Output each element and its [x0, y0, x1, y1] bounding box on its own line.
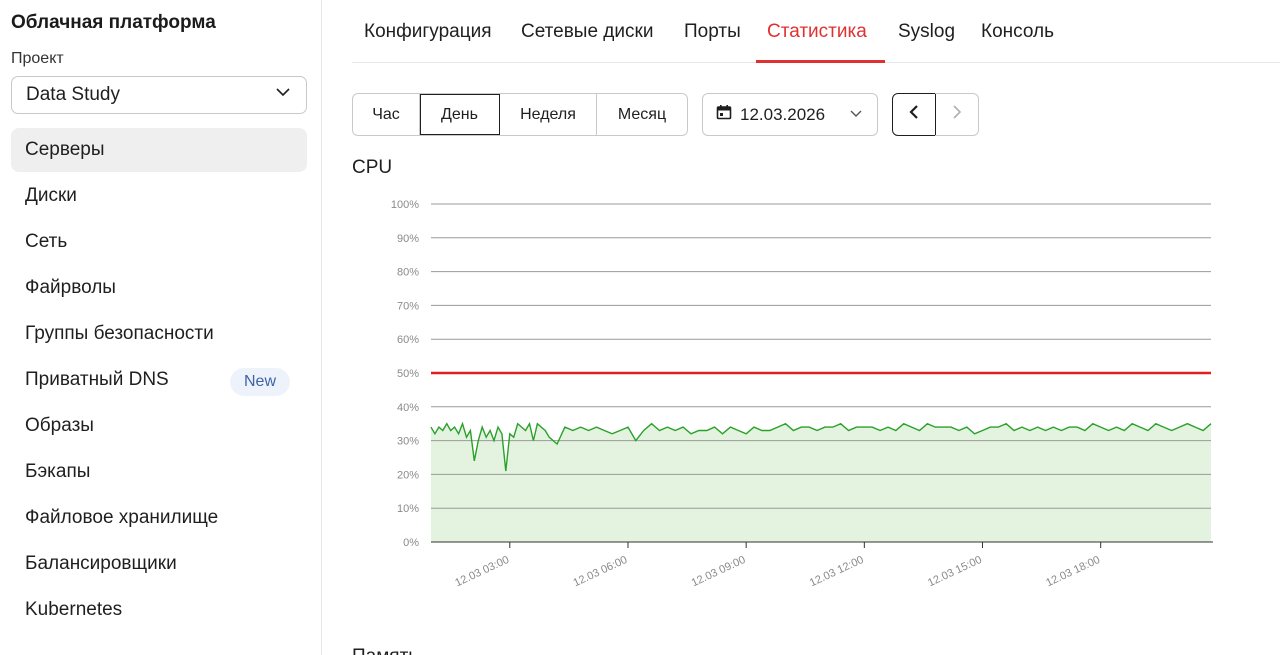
- sidebar-item-label: Сеть: [25, 231, 68, 252]
- chevron-down-icon: [849, 105, 863, 125]
- brand-title: Облачная платформа: [11, 12, 216, 33]
- sidebar-item-label: Файрволы: [25, 277, 116, 298]
- sidebar-item-label: Приватный DNS: [25, 369, 169, 390]
- tab-bar: Конфигурация Сетевые диски Порты Статист…: [352, 0, 1280, 63]
- y-tick-label: 10%: [397, 503, 419, 515]
- tab-statistics[interactable]: Статистика: [767, 21, 867, 43]
- date-picker[interactable]: 12.03.2026: [702, 93, 878, 136]
- range-month-button[interactable]: Месяц: [597, 94, 687, 135]
- y-tick-label: 70%: [397, 300, 419, 312]
- next-period-button[interactable]: [935, 93, 979, 136]
- chevron-left-icon: [907, 104, 921, 125]
- sidebar-item-label: Файловое хранилище: [25, 507, 219, 528]
- project-label: Проект: [11, 50, 64, 67]
- sidebar-item-label: Диски: [25, 185, 77, 206]
- calendar-icon: [716, 104, 732, 125]
- x-tick-label: 12.03 09:00: [690, 554, 748, 589]
- x-tick-label: 12.03 06:00: [571, 554, 629, 589]
- y-tick-label: 40%: [397, 402, 419, 414]
- chevron-right-icon: [950, 104, 964, 125]
- sidebar-item-security-groups[interactable]: Группы безопасности: [11, 312, 307, 356]
- sidebar-item-label: Группы безопасности: [25, 323, 214, 344]
- sidebar-item-load-balancers[interactable]: Балансировщики: [11, 542, 307, 586]
- x-tick-label: 12.03 03:00: [453, 554, 511, 589]
- x-tick-label: 12.03 12:00: [808, 554, 866, 589]
- x-tick-label: 12.03 15:00: [926, 554, 984, 589]
- tab-configuration[interactable]: Конфигурация: [364, 21, 492, 43]
- tab-syslog[interactable]: Syslog: [898, 21, 955, 43]
- previous-period-button[interactable]: [892, 93, 936, 136]
- chart-title: CPU: [352, 157, 393, 178]
- sidebar-item-label: Kubernetes: [25, 599, 123, 620]
- y-tick-label: 30%: [397, 436, 419, 448]
- project-select-value: Data Study: [26, 84, 120, 105]
- y-tick-label: 50%: [397, 368, 419, 380]
- chevron-down-icon: [274, 83, 292, 107]
- sidebar-item-servers[interactable]: Серверы: [11, 128, 307, 172]
- sidebar-item-file-storage[interactable]: Файловое хранилище: [11, 496, 307, 540]
- sidebar-item-kubernetes[interactable]: Kubernetes: [11, 588, 307, 632]
- sidebar-nav: Серверы Диски Сеть Файрволы Группы безоп…: [11, 128, 307, 634]
- sidebar-item-label: Образы: [25, 415, 94, 436]
- new-badge: New: [230, 368, 291, 396]
- memory-section-title: Память: [352, 646, 418, 655]
- y-tick-label: 80%: [397, 267, 419, 279]
- sidebar-item-label: Балансировщики: [25, 553, 177, 574]
- y-tick-label: 20%: [397, 469, 419, 481]
- sidebar-item-images[interactable]: Образы: [11, 404, 307, 448]
- sidebar-item-disks[interactable]: Диски: [11, 174, 307, 218]
- range-hour-button[interactable]: Час: [353, 94, 420, 135]
- sidebar-item-private-dns[interactable]: Приватный DNS New: [11, 358, 307, 402]
- sidebar: Облачная платформа Проект Data Study Сер…: [0, 0, 322, 655]
- sidebar-item-firewalls[interactable]: Файрволы: [11, 266, 307, 310]
- tab-ports[interactable]: Порты: [684, 21, 741, 43]
- y-tick-label: 60%: [397, 334, 419, 346]
- active-tab-indicator: [756, 60, 885, 63]
- sidebar-item-label: Серверы: [25, 139, 105, 160]
- range-week-button[interactable]: Неделя: [500, 94, 597, 135]
- sidebar-item-network[interactable]: Сеть: [11, 220, 307, 264]
- y-tick-label: 90%: [397, 233, 419, 245]
- tab-console[interactable]: Консоль: [981, 21, 1054, 43]
- date-value: 12.03.2026: [740, 104, 826, 124]
- range-selector: Час День Неделя Месяц: [352, 93, 688, 136]
- sidebar-item-backups[interactable]: Бэкапы: [11, 450, 307, 494]
- range-day-button[interactable]: День: [420, 94, 500, 135]
- sidebar-item-label: Бэкапы: [25, 461, 91, 482]
- series-area-fill: [431, 423, 1211, 542]
- x-tick-label: 12.03 18:00: [1044, 554, 1102, 589]
- project-select[interactable]: Data Study: [11, 76, 307, 114]
- y-tick-label: 0%: [403, 537, 419, 549]
- cpu-chart: 0% 10% 20% 30% 40% 50% 60% 70% 80% 90% 100% 12.03 0…: [391, 199, 1213, 589]
- y-tick-label: 100%: [391, 199, 419, 211]
- tab-network-disks[interactable]: Сетевые диски: [521, 21, 653, 43]
